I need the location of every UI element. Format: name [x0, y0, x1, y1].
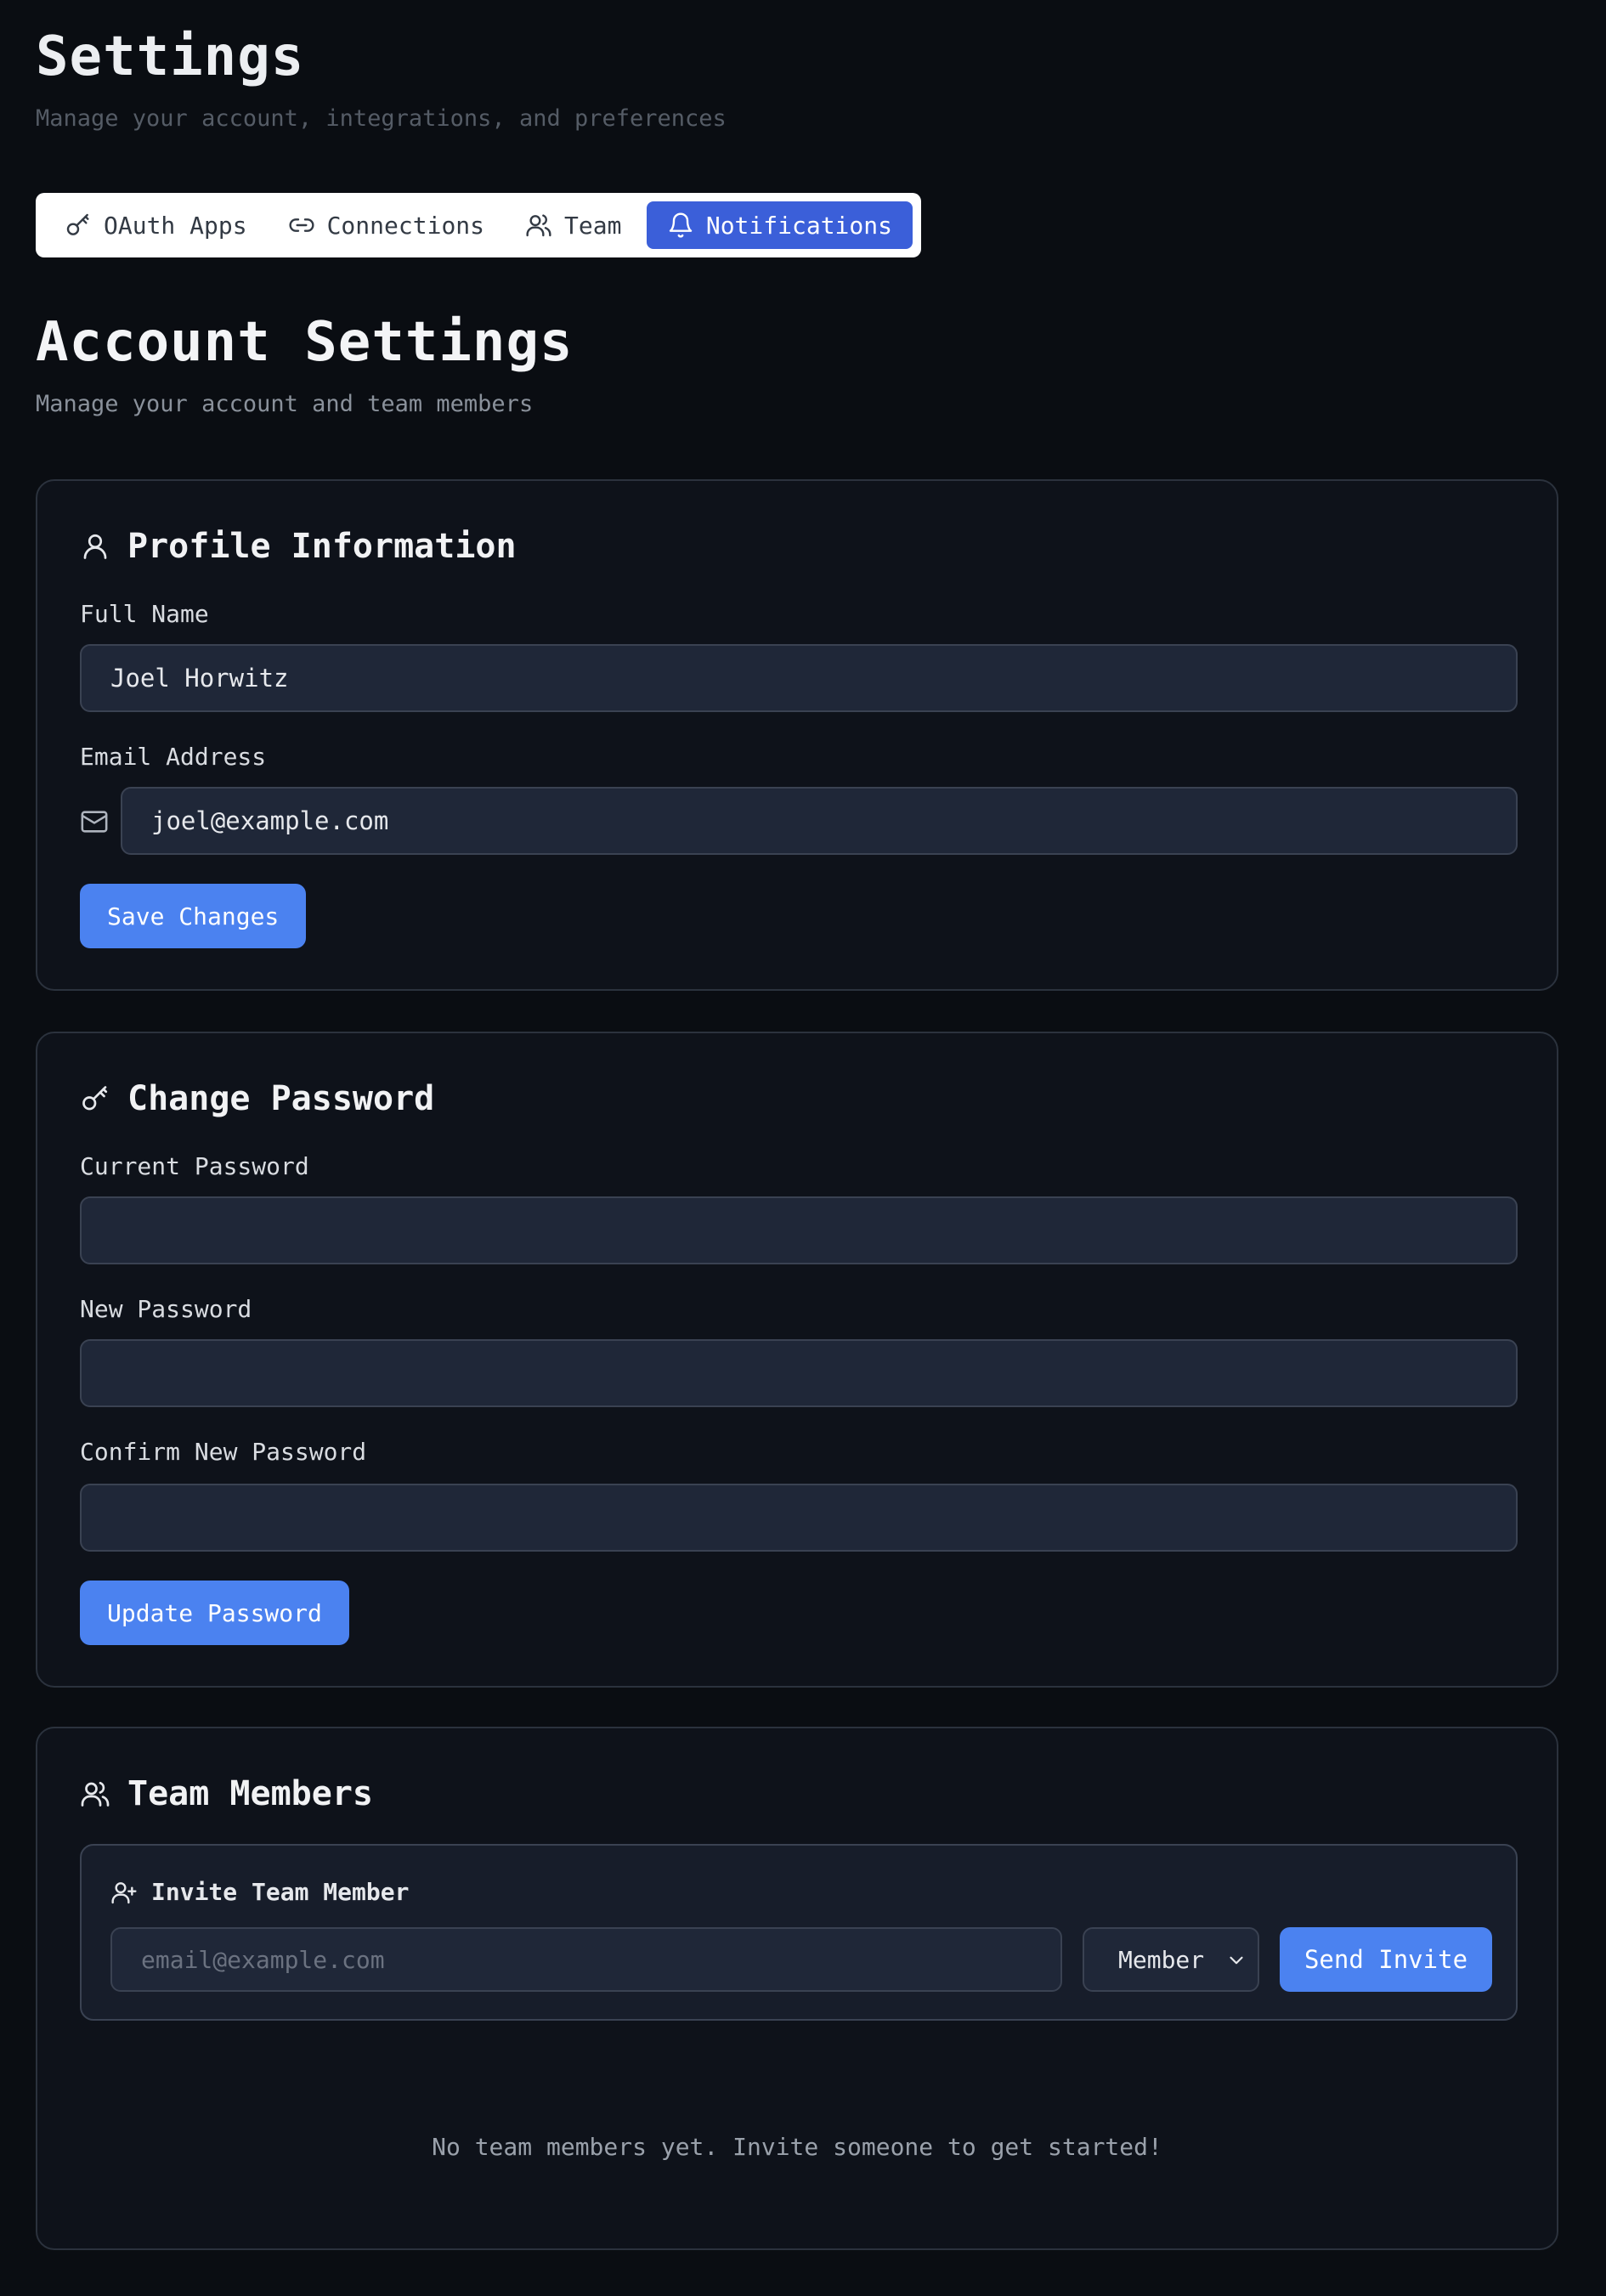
role-select-value: Member — [1118, 1945, 1205, 1974]
team-heading-text: Team Members — [127, 1774, 373, 1813]
current-password-input[interactable] — [80, 1196, 1518, 1264]
empty-team-message: No team members yet. Invite someone to g… — [432, 2133, 1162, 2161]
invite-box: Invite Team Member email@example.com Mem… — [80, 1844, 1518, 2021]
password-card: Change Password Current Password New Pas… — [36, 1032, 1558, 1688]
full-name-input[interactable]: Joel Horwitz — [80, 644, 1518, 712]
profile-card: Profile Information Full Name Joel Horwi… — [36, 479, 1558, 991]
invite-heading-text: Invite Team Member — [151, 1878, 410, 1906]
mail-icon — [81, 811, 108, 833]
invite-heading: Invite Team Member — [110, 1878, 409, 1906]
tab-team[interactable]: Team — [505, 201, 642, 249]
profile-heading-text: Profile Information — [127, 527, 517, 566]
current-password-label: Current Password — [80, 1152, 309, 1180]
email-input[interactable]: joel@example.com — [121, 787, 1518, 855]
confirm-password-label: Confirm New Password — [80, 1438, 367, 1466]
update-password-button[interactable]: Update Password — [80, 1581, 349, 1645]
new-password-label: New Password — [80, 1295, 252, 1323]
tab-label: Notifications — [705, 211, 892, 240]
tab-notifications[interactable]: Notifications — [646, 201, 913, 249]
settings-tabs: OAuth Apps Connections Team Notification… — [36, 193, 921, 257]
tab-label: Team — [564, 211, 622, 240]
user-plus-icon — [111, 1881, 137, 1903]
users-icon — [526, 214, 551, 237]
full-name-label: Full Name — [80, 600, 209, 628]
invite-email-input[interactable]: email@example.com — [110, 1927, 1062, 1992]
tab-label: OAuth Apps — [104, 211, 247, 240]
section-title: Account Settings — [36, 311, 574, 374]
send-invite-button[interactable]: Send Invite — [1280, 1927, 1492, 1992]
email-label: Email Address — [80, 743, 267, 771]
tab-label: Connections — [326, 211, 485, 240]
key-icon — [82, 1086, 108, 1111]
key-icon — [66, 213, 89, 235]
new-password-input[interactable] — [80, 1339, 1518, 1407]
section-subtitle: Manage your account and team members — [36, 391, 534, 417]
confirm-password-input[interactable] — [80, 1484, 1518, 1552]
tab-oauth-apps[interactable]: OAuth Apps — [44, 201, 268, 249]
password-heading: Change Password — [80, 1079, 434, 1118]
password-heading-text: Change Password — [127, 1079, 435, 1118]
bell-icon — [669, 212, 693, 238]
team-card: Team Members Invite Team Member email@ex… — [36, 1727, 1558, 2250]
chevron-down-icon — [1230, 1956, 1243, 1965]
profile-heading: Profile Information — [80, 527, 517, 566]
role-select[interactable]: Member — [1083, 1927, 1259, 1992]
save-changes-button[interactable]: Save Changes — [80, 884, 307, 948]
users-icon — [81, 1781, 110, 1807]
page-title: Settings — [36, 25, 305, 88]
team-heading: Team Members — [80, 1774, 373, 1813]
user-icon — [83, 534, 107, 559]
page-subtitle: Manage your account, integrations, and p… — [36, 105, 727, 132]
tab-connections[interactable]: Connections — [268, 201, 505, 249]
link-icon — [289, 218, 314, 232]
